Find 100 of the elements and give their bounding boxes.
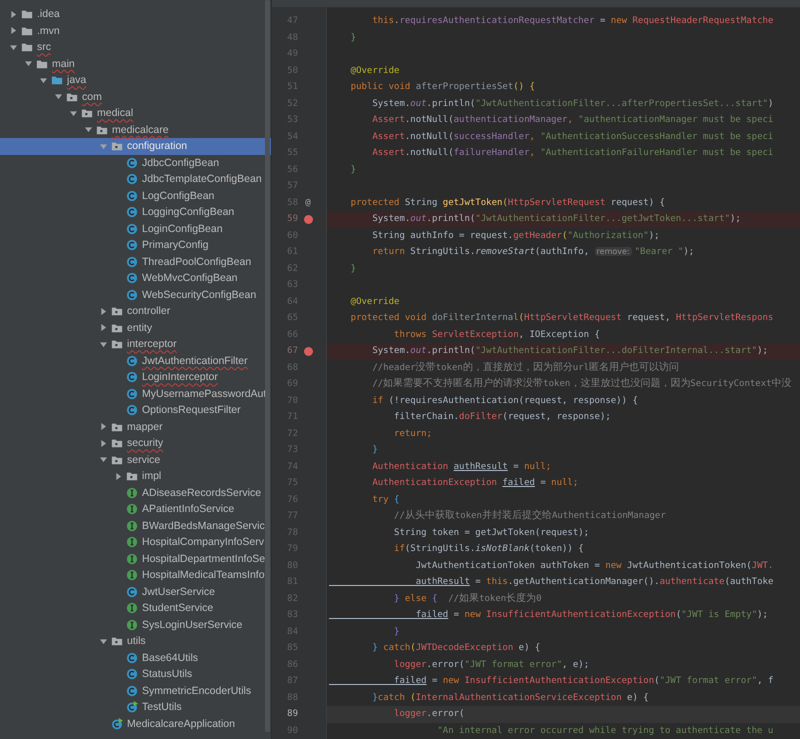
tree-item[interactable]: controller (0, 303, 271, 320)
tree-item[interactable]: LoggingConfigBean (0, 204, 271, 220)
caret-icon[interactable] (10, 27, 17, 34)
code-line: try { (371, 494, 400, 506)
caret-icon[interactable] (100, 340, 107, 348)
interface-icon (126, 602, 138, 614)
code-line: public void afterPropertiesSet() { (350, 81, 536, 94)
caret-icon[interactable] (25, 60, 32, 68)
package-icon (66, 90, 78, 103)
tree-item[interactable]: mapper (0, 418, 271, 435)
interface-icon (126, 552, 138, 565)
package-icon (96, 124, 108, 136)
folder-icon (21, 41, 33, 54)
tree-item[interactable]: JwtUserService (0, 584, 271, 600)
class-icon (126, 652, 138, 664)
package-icon (111, 305, 123, 318)
tree-item[interactable]: interceptor (0, 336, 271, 352)
tree-item[interactable]: JdbcTemplateConfigBean (0, 171, 271, 188)
code-line: Assert.notNull(failureHandler, "AuthenticationFailureHandler must be speci (371, 147, 774, 160)
tree-item[interactable]: .idea (0, 6, 271, 22)
caret-icon[interactable] (85, 126, 92, 134)
class-icon (126, 206, 138, 218)
caret-icon[interactable] (10, 10, 17, 18)
package-icon (111, 635, 123, 648)
code-line: //从头中获取token并封装后提交给AuthenticationManager (393, 508, 667, 523)
tree-item[interactable]: utils (0, 633, 271, 650)
interface-icon (126, 618, 138, 631)
tree-item[interactable]: configuration (0, 138, 271, 154)
interface-icon (126, 486, 138, 499)
caret-icon[interactable] (100, 324, 107, 332)
tree-item[interactable]: src (0, 39, 271, 56)
code-line: failed = new InsufficientAuthenticationException("JWT is Empty"); (414, 609, 769, 622)
caret-icon[interactable] (100, 456, 107, 464)
tree-item[interactable]: HospitalMedicalTeamsInfo (0, 567, 271, 584)
tree-item[interactable]: LogConfigBean (0, 188, 271, 204)
tree-item[interactable]: StudentService (0, 600, 271, 616)
tree-item[interactable]: com (0, 88, 271, 105)
tree-item[interactable]: SymmetricEncoderUtils (0, 682, 271, 699)
tree-item[interactable]: service (0, 452, 271, 468)
tree-item[interactable]: StatusUtils (0, 666, 271, 682)
tree-item[interactable]: impl (0, 468, 271, 484)
code-line: return; (393, 428, 433, 440)
tree-item[interactable]: medicalcare (0, 122, 271, 138)
caret-icon[interactable] (100, 638, 107, 645)
tree-item[interactable]: BWardBedsManageServic (0, 518, 271, 534)
folder-icon (21, 24, 33, 37)
folder-icon (51, 74, 63, 86)
tree-item[interactable]: JdbcConfigBean (0, 154, 271, 171)
tree-item[interactable]: HospitalDepartmentInfoSe (0, 550, 271, 567)
line-number: 67 (286, 345, 298, 358)
code-line: Authentication authResult = null; (371, 460, 552, 474)
breakpoint-icon[interactable] (304, 346, 312, 356)
tree-item[interactable]: ThreadPoolConfigBean (0, 254, 271, 270)
tree-item[interactable]: LoginConfigBean (0, 220, 271, 237)
interface-icon (126, 503, 138, 516)
line-number: 89 (286, 708, 298, 721)
tree-item[interactable]: medical (0, 105, 271, 122)
tree-item[interactable]: security (0, 435, 271, 452)
tree-item[interactable]: main (0, 56, 271, 72)
caret-icon[interactable] (55, 93, 62, 100)
breakpoint-icon[interactable] (304, 214, 312, 224)
tree-item[interactable]: LoginInterceptor (0, 369, 271, 386)
package-icon (111, 437, 123, 450)
folder-icon (21, 8, 33, 20)
tree-item[interactable]: .mvn (0, 22, 271, 39)
tree-item[interactable]: JwtAuthenticationFilter (0, 352, 271, 369)
code-line: filterChain.doFilter(request, response); (393, 411, 612, 424)
package-icon (81, 107, 93, 120)
code-line: //如果需要不支持匿名用户的请求没带token，这里放过也没问题，因为SecurityContext中没 (371, 376, 793, 391)
class-icon (126, 371, 138, 384)
tree-item[interactable]: APatientInfoService (0, 501, 271, 518)
tree-item[interactable]: PrimaryConfig (0, 237, 271, 254)
tree-item[interactable]: java (0, 72, 271, 88)
tree-item[interactable]: Base64Utils (0, 650, 271, 666)
line-number: 59 (286, 213, 298, 226)
code-line: } else { //如果token长度为0 (393, 592, 543, 606)
caret-icon[interactable] (100, 440, 107, 447)
tree-item[interactable]: MyUsernamePasswordAut (0, 386, 271, 402)
gutter-marker[interactable]: @ (305, 198, 311, 208)
tree-item[interactable]: TestUtils (0, 699, 271, 716)
caret-icon[interactable] (70, 110, 77, 117)
caret-icon[interactable] (100, 423, 107, 430)
caret-icon[interactable] (10, 44, 17, 51)
tree-item[interactable]: entity (0, 320, 271, 336)
tree-item[interactable]: WebMvcConfigBean (0, 270, 271, 286)
code-line: logger.error("JWT format error", e); (393, 658, 590, 672)
class-icon (126, 288, 138, 301)
caret-icon[interactable] (115, 472, 122, 480)
tree-item[interactable]: ADiseaseRecordsService (0, 484, 271, 501)
code-line: AuthenticationException failed = null; (371, 477, 580, 490)
code-line: protected void doFilterInternal(HttpServletRequest request, HttpServletRespons (350, 312, 774, 325)
code-line: } (350, 262, 358, 276)
tree-item[interactable]: SysLoginUserService (0, 616, 271, 633)
tree-item[interactable]: WebSecurityConfigBean (0, 286, 271, 303)
tree-item[interactable]: OptionsRequestFilter (0, 402, 271, 418)
caret-icon[interactable] (100, 308, 107, 315)
caret-icon[interactable] (40, 76, 47, 84)
scrollbar-thumb[interactable] (265, 0, 270, 732)
tree-item[interactable]: HospitalCompanyInfoServ (0, 534, 271, 550)
tree-item[interactable]: MedicalcareApplication (0, 716, 271, 732)
